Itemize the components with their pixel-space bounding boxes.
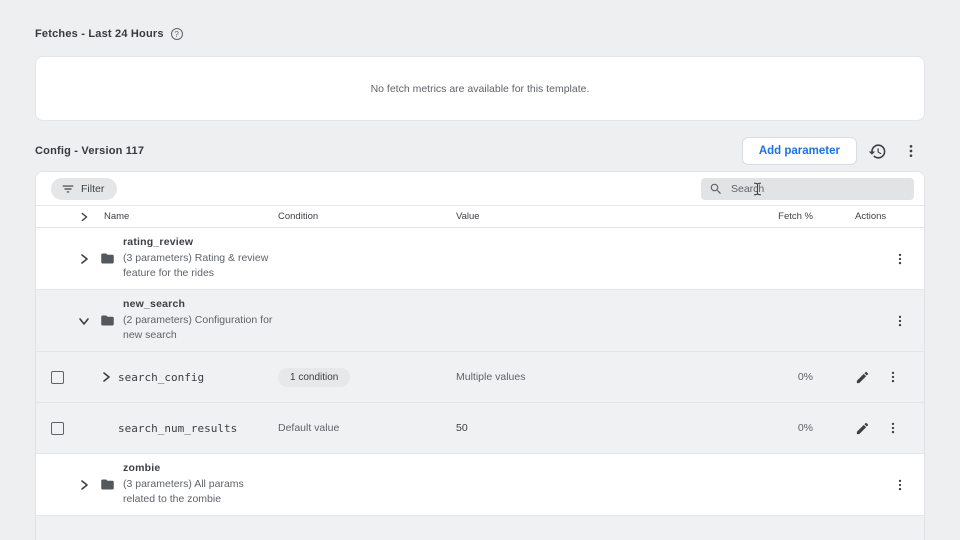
kebab-icon xyxy=(903,143,919,159)
search-icon xyxy=(709,182,723,196)
row-checkbox[interactable] xyxy=(51,422,64,435)
row-menu-button[interactable] xyxy=(893,252,907,266)
column-header-value: Value xyxy=(456,211,480,222)
config-title: Config - Version 117 xyxy=(35,145,144,157)
folder-icon xyxy=(99,313,116,328)
version-history-button[interactable] xyxy=(863,137,891,165)
fetches-title: Fetches - Last 24 Hours ? xyxy=(35,28,925,40)
config-overflow-menu-button[interactable] xyxy=(897,137,925,165)
fetches-title-label: Fetches - Last 24 Hours xyxy=(35,28,164,40)
row-menu-button[interactable] xyxy=(886,421,900,435)
fetch-metrics-empty-card: No fetch metrics are available for this … xyxy=(35,56,925,121)
parameter-name: search_config xyxy=(118,371,204,384)
table-toolbar: Filter xyxy=(36,172,924,206)
expand-all-chevron-icon[interactable] xyxy=(76,209,92,225)
config-title-label: Config - Version 117 xyxy=(35,145,144,157)
fetch-percentage: 0% xyxy=(798,371,813,383)
search-box xyxy=(701,178,914,200)
row-menu-button[interactable] xyxy=(893,478,907,492)
edit-icon[interactable] xyxy=(855,421,870,436)
condition-label: Default value xyxy=(278,422,339,434)
add-parameter-button[interactable]: Add parameter xyxy=(742,137,857,165)
fetches-section: Fetches - Last 24 Hours ? No fetch metri… xyxy=(0,28,960,121)
filter-label: Filter xyxy=(81,183,104,195)
folder-icon xyxy=(99,477,116,492)
column-header-condition: Condition xyxy=(278,211,318,222)
filter-icon xyxy=(61,182,75,196)
group-description: (2 parameters) Configuration for new sea… xyxy=(123,313,278,343)
edit-icon[interactable] xyxy=(855,370,870,385)
group-description: (3 parameters) Rating & review feature f… xyxy=(123,251,278,281)
config-actions: Add parameter xyxy=(742,137,925,165)
table-row-param-search-config[interactable]: search_config 1 condition Multiple value… xyxy=(36,352,924,403)
fetch-percentage: 0% xyxy=(798,422,813,434)
row-menu-button[interactable] xyxy=(893,314,907,328)
search-input[interactable] xyxy=(731,183,906,195)
chevron-down-icon[interactable] xyxy=(76,313,92,329)
history-icon xyxy=(868,142,887,161)
column-header-fetch-pct: Fetch % xyxy=(778,211,813,222)
table-row-param-search-num-results[interactable]: search_num_results Default value 50 0% xyxy=(36,403,924,454)
group-description: (3 parameters) All params related to the… xyxy=(123,477,278,507)
table-row-group-new-search[interactable]: new_search (2 parameters) Configuration … xyxy=(36,290,924,352)
config-header: Config - Version 117 Add parameter xyxy=(35,137,925,165)
table-row-group-zombie[interactable]: zombie (3 parameters) All params related… xyxy=(36,454,924,516)
parameter-name: search_num_results xyxy=(118,422,237,435)
column-header-actions: Actions xyxy=(855,211,886,222)
group-name: new_search xyxy=(123,298,278,310)
config-table-card: Filter Name Condition Value Fetch % Acti… xyxy=(35,171,925,540)
table-row-group-new-login[interactable]: new_login xyxy=(36,516,924,540)
table-header-row: Name Condition Value Fetch % Actions xyxy=(36,206,924,228)
parameter-value: Multiple values xyxy=(456,371,525,383)
parameter-value: 50 xyxy=(456,422,468,434)
group-name: zombie xyxy=(123,462,278,474)
row-checkbox[interactable] xyxy=(51,371,64,384)
chevron-right-icon[interactable] xyxy=(76,251,92,267)
chevron-right-icon[interactable] xyxy=(98,369,114,385)
folder-icon xyxy=(99,251,116,266)
table-row-group-rating-review[interactable]: rating_review (3 parameters) Rating & re… xyxy=(36,228,924,290)
group-name: rating_review xyxy=(123,236,278,248)
row-menu-button[interactable] xyxy=(886,370,900,384)
condition-badge: 1 condition xyxy=(278,368,350,387)
help-icon[interactable]: ? xyxy=(171,28,183,40)
chevron-right-icon[interactable] xyxy=(76,477,92,493)
filter-button[interactable]: Filter xyxy=(51,178,117,200)
column-header-name: Name xyxy=(104,211,129,222)
fetch-metrics-empty-message: No fetch metrics are available for this … xyxy=(371,83,590,95)
